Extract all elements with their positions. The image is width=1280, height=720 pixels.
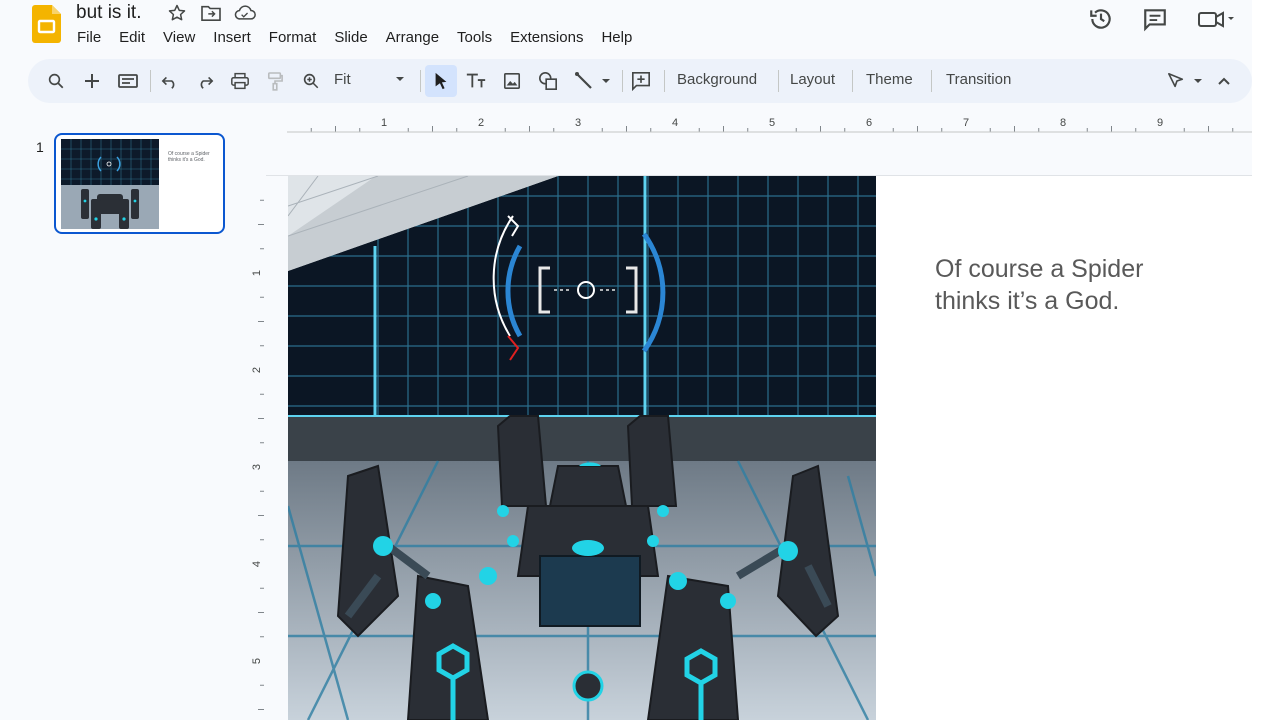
ruler-v-label: 5 (251, 658, 263, 664)
slide-text-box[interactable]: Of course a Spider thinks it’s a God. (935, 253, 1195, 317)
zoom-select[interactable]: Fit (334, 71, 351, 88)
layout-button[interactable]: Layout (790, 71, 835, 88)
ruler-v-label: 1 (251, 270, 263, 276)
ruler-h-label: 2 (478, 117, 484, 129)
move-to-folder-icon[interactable] (200, 3, 222, 23)
shape-icon[interactable] (534, 68, 562, 94)
horizontal-ruler[interactable]: 1 2 3 4 5 6 7 8 9 (266, 112, 1252, 134)
print-icon[interactable] (226, 68, 254, 94)
spider-robot-image[interactable] (288, 176, 876, 720)
ruler-h-label: 3 (575, 117, 581, 129)
version-history-icon[interactable] (1088, 6, 1114, 32)
menu-extensions[interactable]: Extensions (501, 27, 592, 48)
search-icon[interactable] (42, 68, 70, 94)
slide-thumbnail[interactable]: Of course a Spider thinks it's a God. (54, 133, 225, 234)
image-icon[interactable] (498, 68, 526, 94)
cloud-saved-icon[interactable] (234, 3, 256, 23)
transition-button[interactable]: Transition (946, 71, 1011, 88)
theme-button[interactable]: Theme (866, 71, 913, 88)
undo-icon[interactable] (156, 68, 184, 94)
comment-add-icon[interactable] (627, 68, 655, 94)
text-box-icon[interactable] (462, 68, 490, 94)
star-icon[interactable] (166, 3, 188, 23)
collapse-icon[interactable] (1210, 68, 1238, 94)
ruler-v-label: 4 (251, 561, 263, 567)
menu-arrange[interactable]: Arrange (377, 27, 448, 48)
ruler-h-label: 5 (769, 117, 775, 129)
ruler-h-label: 6 (866, 117, 872, 129)
menu-insert[interactable]: Insert (204, 27, 260, 48)
zoom-icon[interactable] (297, 68, 325, 94)
line-caret-icon[interactable] (596, 68, 616, 94)
menu-tools[interactable]: Tools (448, 27, 501, 48)
ruler-h-label: 1 (381, 117, 387, 129)
line-icon[interactable] (570, 68, 598, 94)
comments-icon[interactable] (1142, 6, 1168, 32)
pointer-mode-icon[interactable] (1162, 68, 1190, 94)
slides-logo[interactable] (32, 5, 61, 43)
menu-format[interactable]: Format (260, 27, 326, 48)
slide-canvas[interactable]: Of course a Spider thinks it’s a God. (288, 176, 1252, 720)
meet-icon[interactable] (1196, 6, 1236, 32)
ruler-v-label: 3 (251, 464, 263, 470)
vertical-ruler[interactable]: 1 2 3 4 5 (250, 176, 274, 720)
menu-slide[interactable]: Slide (325, 27, 376, 48)
zoom-caret-icon[interactable] (394, 72, 406, 90)
menu-file[interactable]: File (68, 27, 110, 48)
document-title[interactable]: but is it. (76, 2, 141, 24)
menu-view[interactable]: View (154, 27, 204, 48)
ruler-h-label: 4 (672, 117, 678, 129)
pointer-caret-icon[interactable] (1188, 68, 1208, 94)
thumbnail-image (61, 139, 159, 229)
menu-help[interactable]: Help (592, 27, 641, 48)
background-button[interactable]: Background (677, 71, 757, 88)
paint-format-icon[interactable] (261, 68, 289, 94)
toolbar: Fit Background Layout Theme Transition (28, 59, 1252, 103)
ruler-h-label: 9 (1157, 117, 1163, 129)
new-slide-icon[interactable] (78, 68, 106, 94)
thumbnail-text: Of course a Spider thinks it's a God. (168, 151, 210, 163)
ruler-h-label: 7 (963, 117, 969, 129)
select-icon[interactable] (425, 65, 457, 97)
slide-layout-icon[interactable] (114, 68, 142, 94)
slide-number: 1 (36, 139, 44, 155)
redo-icon[interactable] (191, 68, 219, 94)
ruler-v-label: 2 (251, 367, 263, 373)
ruler-h-label: 8 (1060, 117, 1066, 129)
menu-edit[interactable]: Edit (110, 27, 154, 48)
